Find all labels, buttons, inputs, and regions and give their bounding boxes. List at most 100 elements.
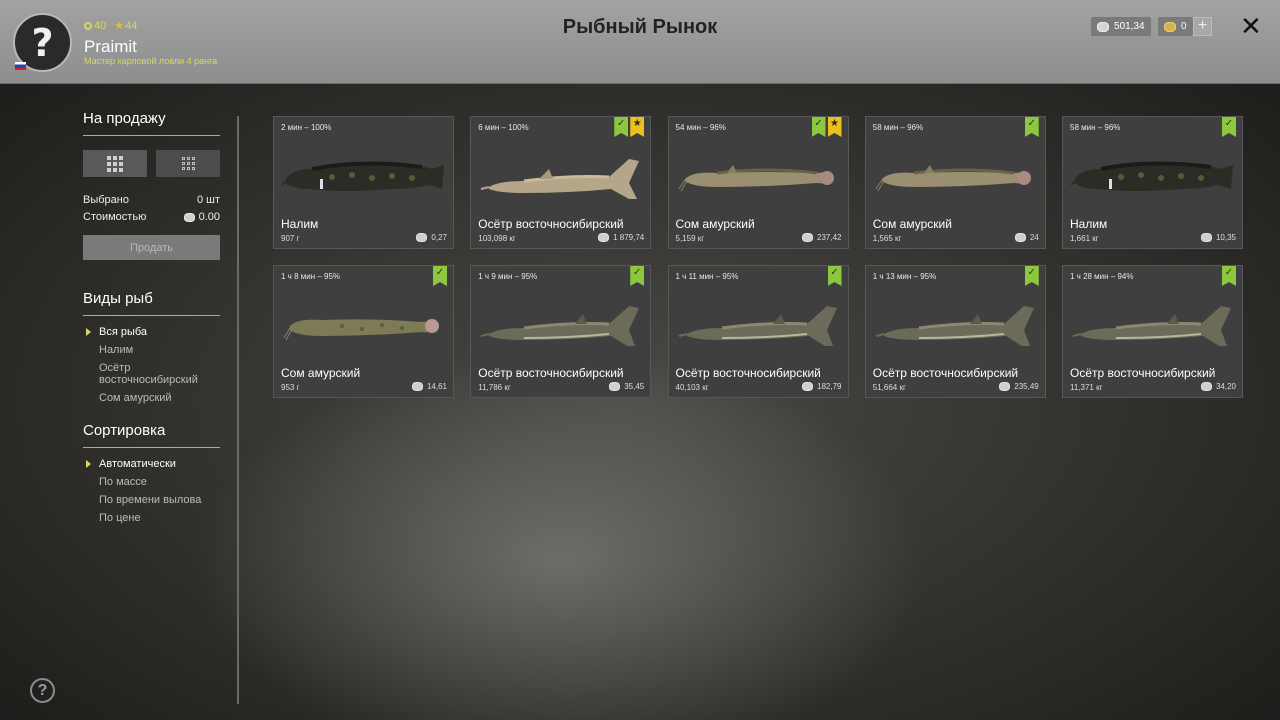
silver-coin-icon: [999, 382, 1011, 391]
price-value: 35,45: [624, 382, 645, 391]
price-value: 182,79: [817, 382, 842, 391]
fish-image: [479, 294, 644, 360]
silver-coin-icon: [598, 233, 610, 242]
fish-card[interactable]: 58 мин – 96% Налим 1,661 кг 10,35 ✓: [1062, 116, 1243, 249]
fish-price: 35,45: [609, 382, 644, 391]
catch-time: 54 мин – 96%: [675, 123, 726, 132]
fish-card[interactable]: 1 ч 28 мин – 94% Осётр восточносибирский 1…: [1062, 265, 1243, 398]
fish-card[interactable]: 1 ч 13 мин – 95% Осётр восточносибирский 5…: [864, 265, 1046, 398]
help-icon[interactable]: ?: [30, 678, 55, 703]
sort-option[interactable]: По цене: [83, 512, 220, 524]
price-value: 10,35: [1215, 233, 1236, 242]
fish-price: 1 879,74: [598, 233, 644, 242]
cost-row: Стоимостью 0.00: [83, 211, 220, 223]
price-value: 235,49: [1014, 382, 1039, 391]
fish-name: Сом амурский: [675, 217, 755, 231]
sell-button[interactable]: Продать: [83, 235, 220, 260]
fish-price: 182,79: [802, 382, 842, 391]
checkmark-icon: ✓: [1024, 266, 1039, 286]
fish-card[interactable]: 54 мин – 96% Сом амурский 5,159 кг 237,42 ✓ ★: [667, 116, 849, 249]
species-filter-list: Вся рыба Налим Осётр восточносибирский Сом …: [83, 326, 220, 404]
sale-heading: На продажу: [83, 110, 220, 136]
fish-weight: 51,664 кг: [872, 383, 906, 392]
fish-price: 34,20: [1200, 382, 1236, 391]
divider: [237, 116, 239, 704]
catch-time: 1 ч 8 мин – 95%: [281, 272, 341, 281]
price-value: 1 879,74: [613, 233, 645, 242]
star-icon: ★: [630, 117, 645, 137]
silver-coin-icon: [1200, 233, 1212, 242]
species-filter-item[interactable]: Вся рыба: [83, 326, 220, 338]
sort-list: Автоматически По массе По времени вылова По…: [83, 458, 220, 524]
catch-time: 1 ч 13 мин – 95%: [872, 272, 937, 281]
price-value: 0,27: [431, 233, 447, 242]
flag-icon: [15, 62, 26, 70]
fish-price: 235,49: [999, 382, 1039, 391]
catch-time: 58 мин – 96%: [1070, 123, 1121, 132]
silver-coin-icon: [1097, 21, 1109, 32]
grid-large-view-button[interactable]: [83, 150, 147, 177]
top-bar: ? 40 ★44 Praimit Мастер карповой ловли 4…: [0, 0, 1280, 84]
fish-price: 24: [1014, 233, 1039, 242]
sort-option[interactable]: По времени вылова: [83, 494, 220, 506]
sort-option[interactable]: По массе: [83, 476, 220, 488]
page-title: Рыбный Рынок: [562, 16, 718, 38]
species-filter-item[interactable]: Сом амурский: [83, 392, 220, 404]
fish-grid: 2 мин – 100% Налим 907 г 0,27 6 мин – 100% Ос…: [273, 116, 1245, 399]
silver-coin-icon: [802, 382, 814, 391]
fish-card[interactable]: 58 мин – 96% Сом амурский 1,565 кг 24 ✓: [864, 116, 1046, 249]
selected-value: 0 шт: [196, 194, 220, 206]
fish-price: 0,27: [416, 233, 447, 242]
selected-label: Выбрано: [83, 194, 129, 206]
fish-price: 14,61: [411, 382, 447, 391]
species-filter-item[interactable]: Осётр восточносибирский: [83, 362, 220, 386]
silver-value: 501,34: [1114, 21, 1145, 32]
fish-image: [281, 145, 447, 211]
fish-card[interactable]: 1 ч 9 мин – 95% Осётр восточносибирский 11…: [470, 265, 652, 398]
checkmark-icon: ✓: [1222, 117, 1236, 137]
grid-small-view-button[interactable]: [156, 150, 220, 177]
fish-name: Осётр восточносибирский: [872, 366, 1019, 380]
checkmark-icon: ✓: [433, 266, 447, 286]
selected-row: Выбрано 0 шт: [83, 194, 220, 206]
species-filter-item[interactable]: Налим: [83, 344, 220, 356]
fish-name: Сом амурский: [281, 366, 361, 380]
fish-weight: 5,159 кг: [675, 234, 705, 243]
star-icon: ★: [827, 117, 842, 137]
fish-card[interactable]: 1 ч 11 мин – 95% Осётр восточносибирский 4…: [667, 265, 849, 398]
fish-image: [874, 294, 1039, 360]
fish-name: Сом амурский: [872, 217, 952, 231]
fish-name: Осётр восточносибирский: [1070, 366, 1216, 380]
fish-card[interactable]: 1 ч 8 мин – 95% Сом амурский 953 г 14,61 ✓: [273, 265, 454, 398]
silver-coin-icon: [802, 233, 814, 242]
fish-image: [282, 294, 447, 360]
price-value: 14,61: [426, 382, 447, 391]
catch-time: 2 мин – 100%: [281, 123, 332, 132]
grid-icon: [107, 155, 123, 172]
checkmark-icon: ✓: [811, 117, 826, 137]
gold-balance: 0: [1158, 17, 1193, 36]
checkmark-icon: ✓: [827, 266, 842, 286]
add-currency-button[interactable]: +: [1193, 17, 1212, 36]
fish-name: Налим: [1070, 217, 1108, 231]
fish-weight: 11,786 кг: [478, 383, 511, 392]
fish-name: Осётр восточносибирский: [478, 217, 624, 231]
fish-card[interactable]: 6 мин – 100% Осётр восточносибирский 103,0…: [470, 116, 652, 249]
fish-weight: 103,098 кг: [478, 234, 516, 243]
price-value: 237,42: [817, 233, 842, 242]
species-heading: Виды рыб: [83, 290, 220, 316]
price-value: 34,20: [1215, 382, 1236, 391]
fish-name: Осётр восточносибирский: [675, 366, 821, 380]
silver-coin-icon: [416, 233, 428, 242]
close-icon[interactable]: ✕: [1240, 12, 1262, 40]
view-toggle: [83, 150, 220, 177]
player-rank: Мастер карповой ловли 4 ранга: [84, 56, 218, 66]
fish-card[interactable]: 2 мин – 100% Налим 907 г 0,27: [273, 116, 454, 249]
sort-option[interactable]: Автоматически: [83, 458, 220, 470]
fish-name: Осётр восточносибирский: [478, 366, 624, 380]
cost-value: 0.00: [198, 211, 220, 223]
fish-weight: 11,371 кг: [1070, 383, 1103, 392]
fish-image: [479, 145, 644, 211]
checkmark-icon: ✓: [630, 266, 645, 286]
silver-coin-icon: [1014, 233, 1026, 242]
